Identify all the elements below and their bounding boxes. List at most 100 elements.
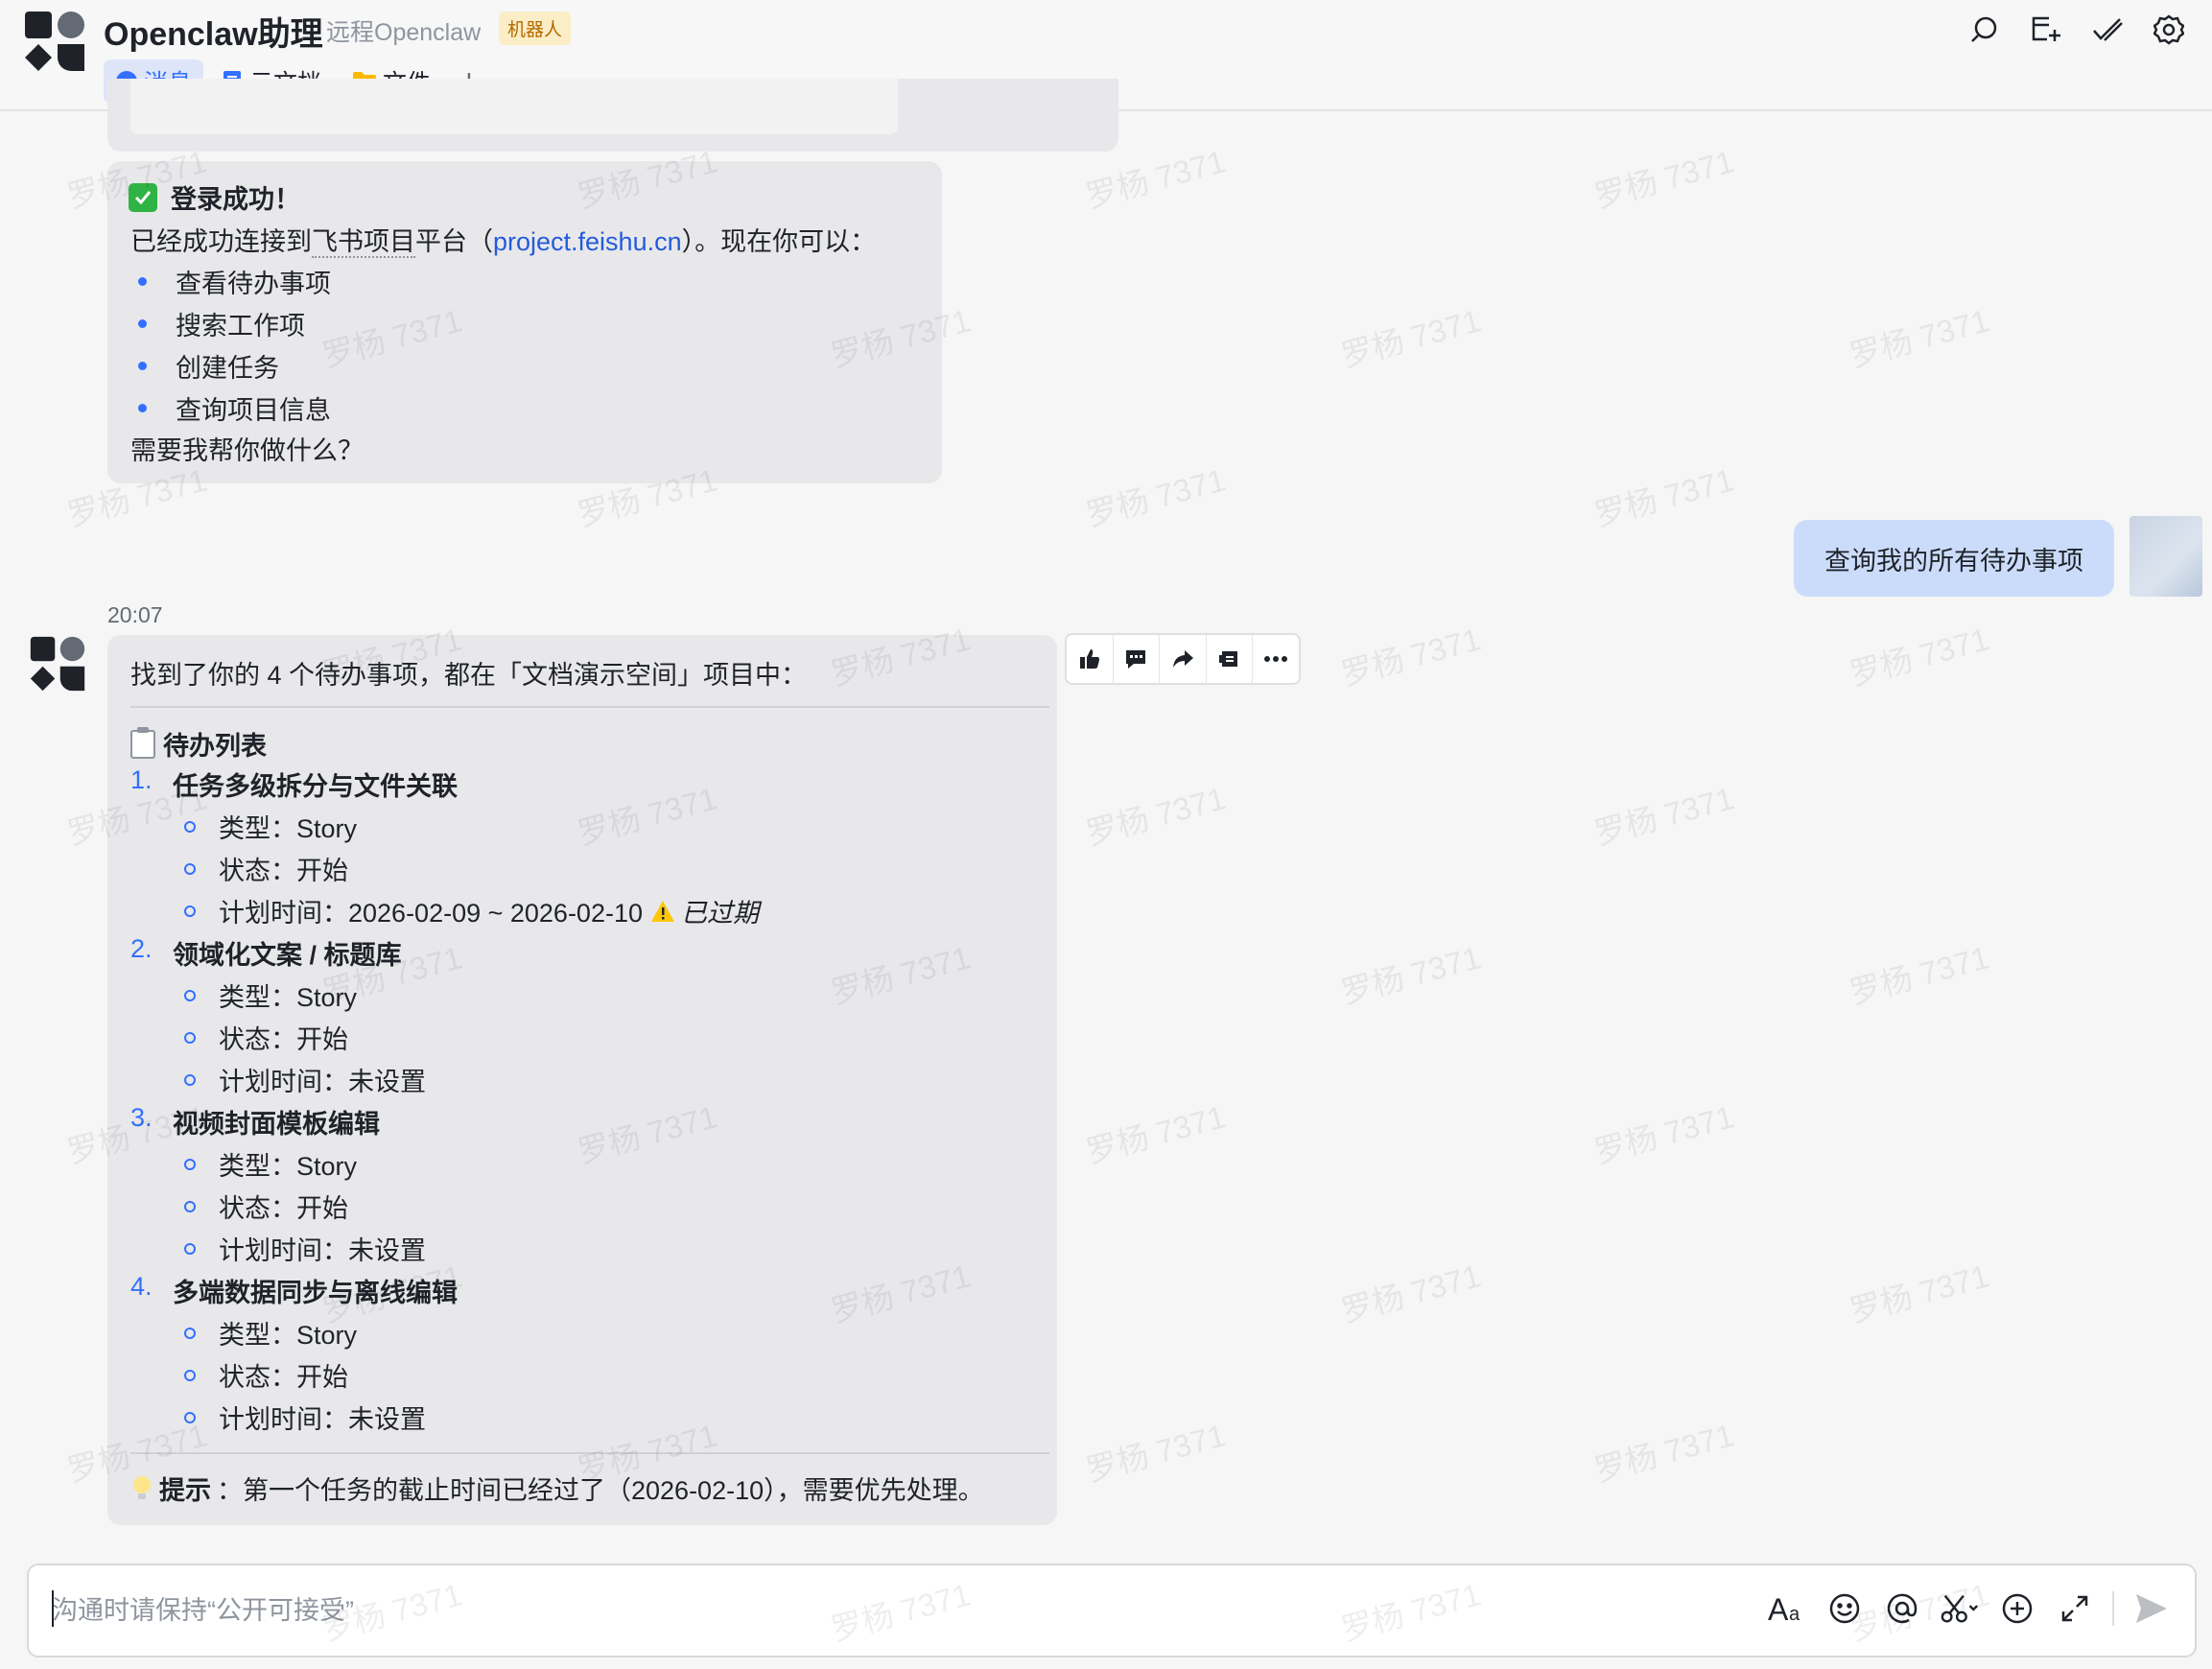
circle-bullet xyxy=(184,1031,196,1044)
bullet-dot xyxy=(138,362,147,370)
watermark: 罗杨 7371 xyxy=(1337,939,1485,1011)
attach-button[interactable] xyxy=(1997,1587,2037,1631)
task-title-text: 视频封面模板编辑 xyxy=(173,1110,380,1139)
task-title-4: 4. 多端数据同步与离线编辑 xyxy=(130,1272,458,1309)
forward-icon xyxy=(1172,650,1193,668)
task-type: 类型：Story xyxy=(219,814,358,843)
user-avatar[interactable] xyxy=(2130,516,2202,597)
watermark: 罗杨 7371 xyxy=(1846,302,1993,374)
bot-message-login: 登录成功！ 已经成功连接到飞书项目平台（project.feishu.cn）。现… xyxy=(107,161,942,483)
tip-label: 提示 xyxy=(159,1476,211,1505)
todo-list-title: 待办列表 xyxy=(130,725,267,763)
more-icon xyxy=(1264,656,1288,662)
message-composer: Aa xyxy=(27,1563,2197,1657)
tool-divider xyxy=(2112,1591,2114,1626)
reply-intro: 找到了你的 4 个待办事项，都在「文档演示空间」项目中： xyxy=(130,661,808,690)
watermark: 罗杨 7371 xyxy=(1082,1417,1230,1489)
search-button[interactable] xyxy=(1965,10,2005,50)
task-detail: 状态：开始 xyxy=(184,850,348,887)
new-window-button[interactable] xyxy=(2026,10,2066,50)
emoji-button[interactable] xyxy=(1824,1587,1865,1631)
reply-button[interactable] xyxy=(1114,635,1161,683)
task-title-2: 2. 领域化文案 / 标题库 xyxy=(130,934,402,972)
thumbs-up-icon xyxy=(1079,649,1099,669)
svg-text:a: a xyxy=(1789,1604,1800,1624)
circle-bullet xyxy=(184,1242,196,1255)
task-detail: 计划时间：未设置 xyxy=(184,1399,426,1436)
chat-title[interactable]: Openclaw助理 xyxy=(104,8,323,55)
warning-icon xyxy=(651,900,674,922)
header-actions xyxy=(1965,10,2189,50)
bullet-dot xyxy=(138,319,147,328)
watermark: 罗杨 7371 xyxy=(1590,143,1738,215)
task-detail: 计划时间：2026-02-09 ~ 2026-02-10 已过期 xyxy=(184,892,759,929)
mention-icon xyxy=(1887,1593,1918,1624)
message-input[interactable] xyxy=(50,1588,1205,1633)
list-item-text: 搜索工作项 xyxy=(176,312,305,341)
done-button[interactable] xyxy=(2087,10,2128,50)
font-icon: Aa xyxy=(1768,1593,1800,1624)
list-item-text: 创建任务 xyxy=(176,354,279,383)
send-button[interactable] xyxy=(2131,1587,2172,1631)
previous-card-content xyxy=(130,79,898,134)
circle-bullet xyxy=(184,862,196,875)
format-button[interactable]: Aa xyxy=(1767,1587,1807,1631)
list-item: 创建任务 xyxy=(138,347,279,385)
task-title-text: 领域化文案 / 标题库 xyxy=(173,941,402,970)
screenshot-button[interactable] xyxy=(1940,1587,1980,1631)
checkmark-icon xyxy=(2093,18,2123,41)
reply-tip: 提示 ：第一个任务的截止时间已经过了（2026-02-10），需要优先处理。 xyxy=(130,1469,984,1507)
task-status: 状态：开始 xyxy=(219,1363,348,1392)
task-detail: 状态：开始 xyxy=(184,1356,348,1394)
settings-button[interactable] xyxy=(2149,10,2189,50)
add-window-icon xyxy=(2032,16,2060,41)
watermark: 罗杨 7371 xyxy=(1337,302,1485,374)
watermark: 罗杨 7371 xyxy=(1846,1258,1993,1329)
task-plan: 计划时间：未设置 xyxy=(219,1405,426,1434)
task-status: 状态：开始 xyxy=(219,1025,348,1054)
divider xyxy=(130,706,1049,708)
task-detail: 类型：Story xyxy=(184,808,357,845)
bot-badge: 机器人 xyxy=(499,12,572,45)
emoji-icon xyxy=(1829,1593,1860,1624)
message-timestamp: 20:07 xyxy=(107,602,163,627)
clipboard-icon xyxy=(130,726,155,759)
login-title-text: 登录成功！ xyxy=(171,185,300,214)
task-title-3: 3. 视频封面模板编辑 xyxy=(130,1103,380,1140)
message-actions-toolbar xyxy=(1065,633,1301,685)
pin-button[interactable] xyxy=(1207,635,1254,683)
task-number: 2. xyxy=(130,934,153,963)
task-detail: 计划时间：未设置 xyxy=(184,1061,426,1098)
bot-avatar-icon[interactable] xyxy=(29,635,86,693)
task-type: 类型：Story xyxy=(219,1321,358,1350)
mention-button[interactable] xyxy=(1882,1587,1922,1631)
login-closing-line: 需要我帮你做什么？ xyxy=(130,436,364,465)
task-detail: 状态：开始 xyxy=(184,1187,348,1225)
list-item: 查询项目信息 xyxy=(138,389,331,427)
more-button[interactable] xyxy=(1253,635,1299,683)
text-caret xyxy=(52,1590,54,1627)
task-detail: 计划时间：未设置 xyxy=(184,1230,426,1267)
user-message: 查询我的所有待办事项 xyxy=(1794,520,2114,597)
task-detail: 状态：开始 xyxy=(184,1019,348,1056)
task-type: 类型：Story xyxy=(219,983,358,1012)
circle-bullet xyxy=(184,1073,196,1086)
expand-button[interactable] xyxy=(2055,1587,2095,1631)
task-plan: 计划时间：未设置 xyxy=(219,1236,426,1265)
like-button[interactable] xyxy=(1067,635,1114,683)
task-detail: 类型：Story xyxy=(184,1314,357,1352)
watermark: 罗杨 7371 xyxy=(1082,780,1230,852)
circle-bullet xyxy=(184,1158,196,1170)
task-detail: 类型：Story xyxy=(184,976,357,1014)
bot-logo-icon xyxy=(25,12,84,71)
forward-button[interactable] xyxy=(1160,635,1207,683)
circle-bullet xyxy=(184,1369,196,1381)
project-link[interactable]: project.feishu.cn xyxy=(493,227,682,256)
tip-text: ：第一个任务的截止时间已经过了（2026-02-10），需要优先处理。 xyxy=(217,1476,984,1505)
circle-bullet xyxy=(184,1200,196,1212)
composer-tools: Aa xyxy=(1767,1587,2172,1631)
divider xyxy=(130,1452,1049,1454)
watermark: 罗杨 7371 xyxy=(1590,1417,1738,1489)
circle-bullet xyxy=(184,1327,196,1339)
feishu-project-term[interactable]: 飞书项目 xyxy=(312,227,415,258)
